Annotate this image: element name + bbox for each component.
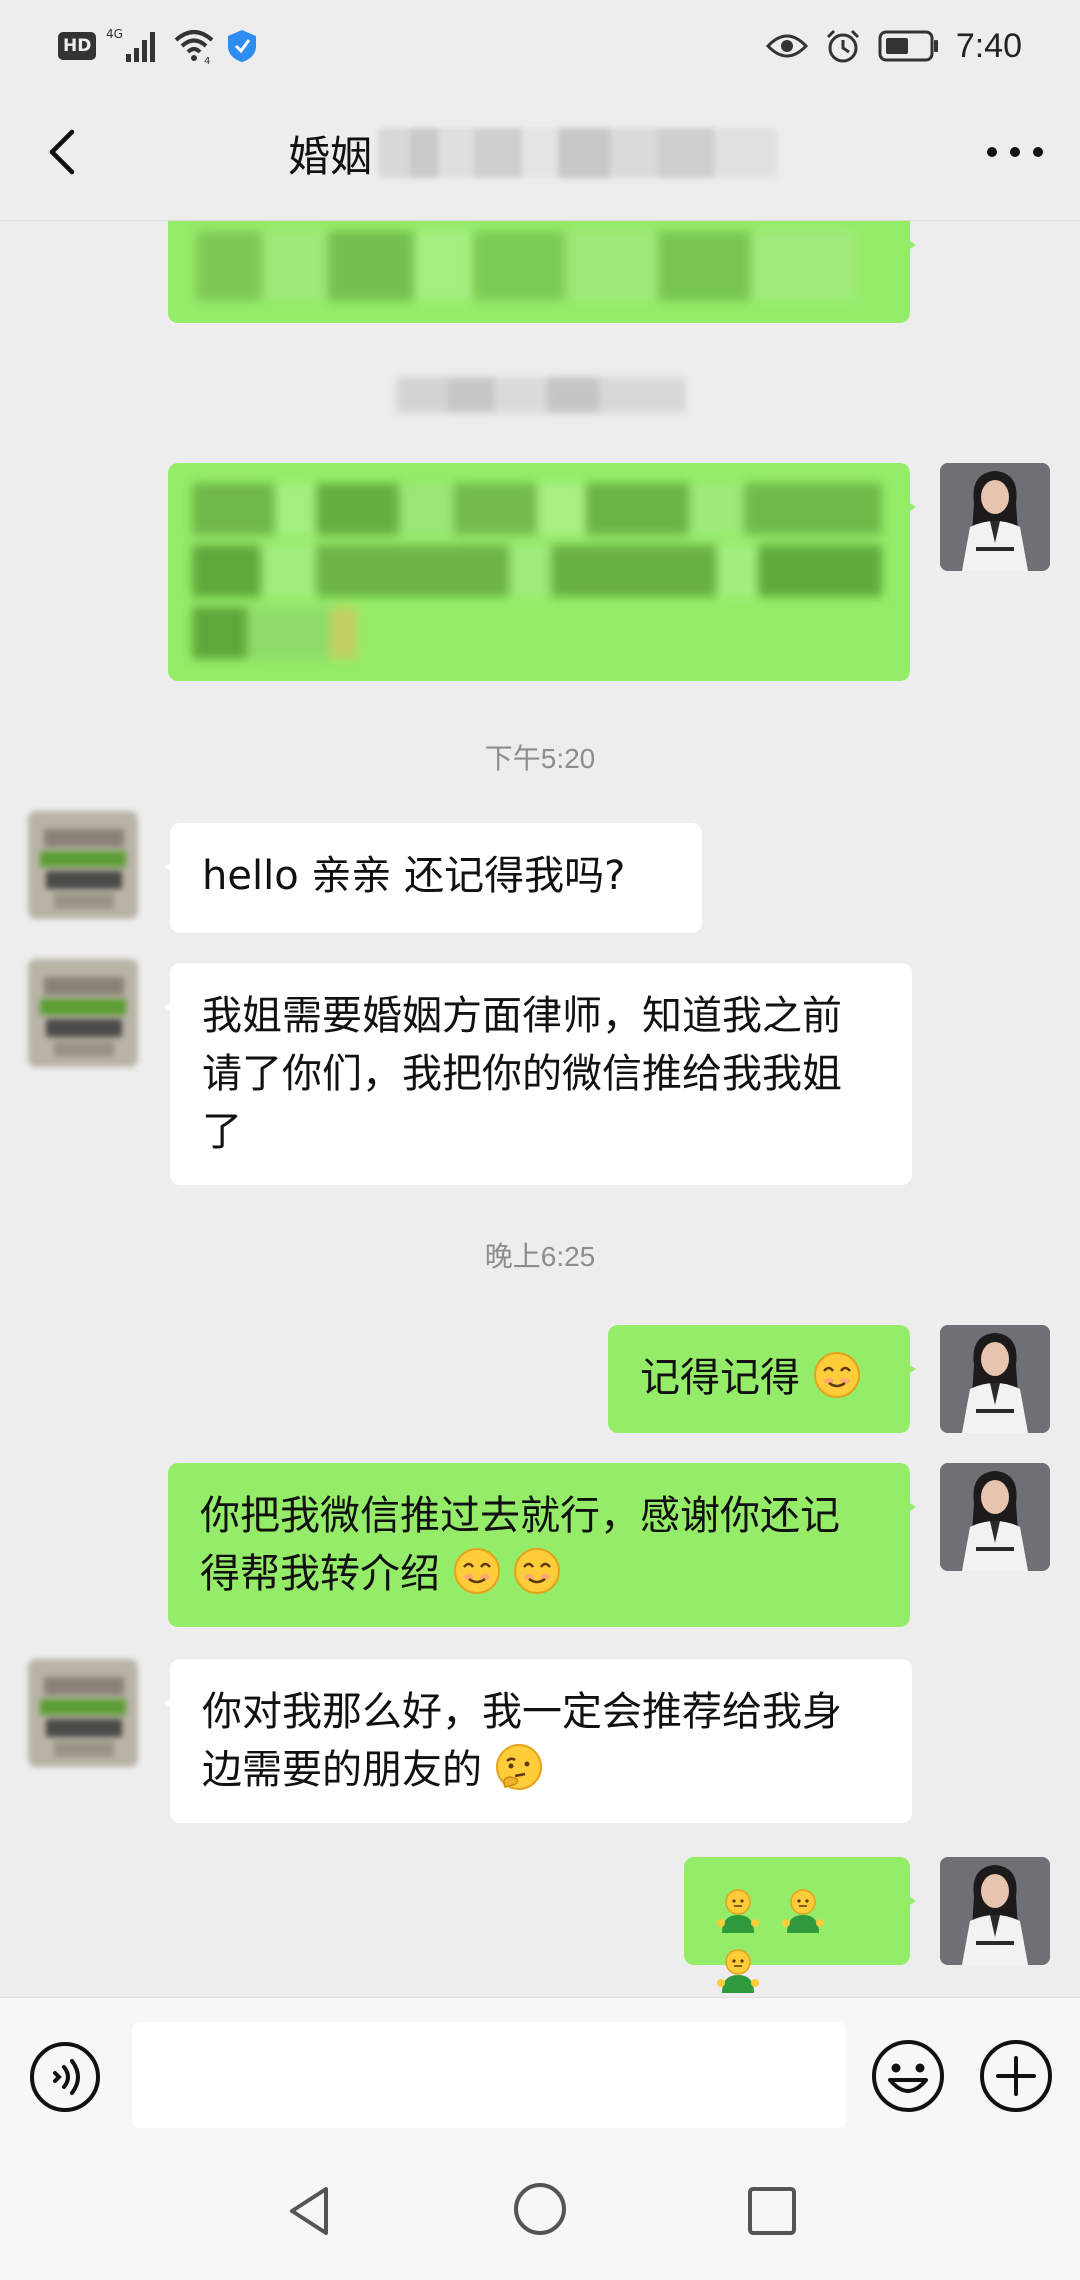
voice-icon[interactable] (28, 2040, 102, 2114)
blurred-system-notice (396, 377, 686, 413)
message-text: 记得记得 (640, 1355, 800, 1401)
avatar-me[interactable] (940, 463, 1050, 571)
blurred-avatar-image (28, 1659, 138, 1767)
blurred-avatar-image (28, 811, 138, 919)
nav-recent-icon[interactable] (740, 2179, 804, 2243)
message-bubble-contact[interactable]: 你对我那么好，我一定会推荐给我身边需要的朋友的 (164, 1659, 912, 1823)
avatar-me[interactable] (940, 1325, 1050, 1433)
message-text: 我姐需要婚姻方面律师，知道我之前请了你们，我把你的微信推给我我姐了 (202, 993, 842, 1155)
lawyer-portrait-image (940, 1325, 1050, 1433)
avatar-contact[interactable] (28, 811, 138, 919)
green-figure-emoji-icon (781, 1889, 824, 1933)
smile-emoji-icon (514, 1548, 561, 1594)
message-bubble-contact[interactable]: hello 亲亲 还记得我吗? (164, 823, 702, 933)
blurred-avatar-image (28, 959, 138, 1067)
input-bar (0, 1997, 1080, 2150)
message-bubble-contact[interactable]: 我姐需要婚姻方面律师，知道我之前请了你们，我把你的微信推给我我姐了 (164, 963, 912, 1185)
avatar-contact[interactable] (28, 959, 138, 1067)
chat-area[interactable]: 下午5:20 hello 亲亲 还记得我吗? 我姐需要婚姻方面律师，知道我之前请… (0, 221, 1080, 1997)
signal-icon: 4G (106, 27, 156, 62)
network-type-label: 4G (106, 27, 123, 41)
message-bubble-blurred-top[interactable] (168, 221, 916, 323)
shield-icon (228, 30, 257, 62)
plus-circle-icon[interactable] (978, 2038, 1054, 2114)
alarm-icon (826, 29, 859, 63)
lawyer-portrait-image (940, 1463, 1050, 1571)
blurred-text (196, 231, 856, 301)
green-figure-emoji-icon (717, 1949, 759, 1993)
avatar-me[interactable] (940, 1857, 1050, 1965)
wifi-label: 4 (204, 56, 210, 66)
nav-back-icon[interactable] (278, 2179, 342, 2243)
chat-header: 婚姻 (0, 92, 1080, 221)
message-text: hello 亲亲 还记得我吗? (202, 853, 626, 899)
smile-emoji-icon (453, 1548, 500, 1594)
emoji-face-icon[interactable] (870, 2038, 946, 2114)
blurred-text (192, 483, 882, 661)
wifi-icon: 4 (175, 30, 214, 66)
thinking-emoji-icon (495, 1744, 542, 1790)
green-figure-emoji-icon (717, 1889, 759, 1933)
status-left: HD 4G 4 (58, 24, 258, 68)
avatar-contact[interactable] (28, 1659, 138, 1767)
message-bubble-me[interactable]: 记得记得 (608, 1325, 916, 1433)
status-right: 7:40 (765, 20, 1022, 72)
clock: 7:40 (955, 26, 1022, 65)
message-bubble-blurred[interactable] (168, 463, 916, 681)
message-input[interactable] (132, 2022, 846, 2128)
avatar-me[interactable] (940, 1463, 1050, 1571)
lawyer-portrait-image (940, 1857, 1050, 1965)
more-dots-icon[interactable] (980, 132, 1050, 172)
chat-title: 婚姻 (288, 120, 779, 186)
timestamp: 晚上6:25 (484, 1241, 596, 1272)
eye-icon (765, 34, 808, 58)
message-bubble-me[interactable]: 你把我微信推过去就行，感谢你还记得帮我转介绍 (168, 1463, 916, 1627)
chat-title-text: 婚姻 (288, 132, 373, 180)
nav-home-icon[interactable] (508, 2177, 572, 2241)
lawyer-portrait-image (940, 463, 1050, 571)
message-bubble-me[interactable] (684, 1857, 916, 1993)
status-bar: HD 4G 4 7:40 (0, 0, 1080, 92)
hd-icon: HD (58, 32, 97, 60)
chevron-left-icon[interactable] (34, 122, 94, 182)
blurred-title-suffix (378, 128, 779, 178)
timestamp: 下午5:20 (484, 743, 596, 774)
smile-emoji-icon (813, 1352, 860, 1398)
battery-icon (878, 30, 938, 62)
system-navigation-bar (0, 2149, 1080, 2280)
